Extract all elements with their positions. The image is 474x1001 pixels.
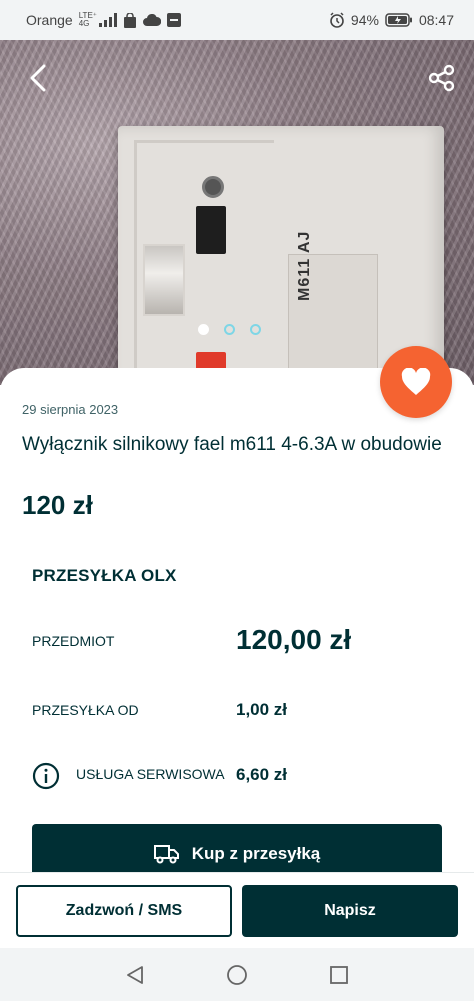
alarm-icon <box>329 12 345 28</box>
system-navigation-bar <box>0 948 474 1001</box>
device-model-label: M611 AJ <box>296 230 313 301</box>
service-fee-value: 6,60 zł <box>236 765 288 784</box>
listing-title: Wyłącznik silnikowy fael m611 4-6.3A w o… <box>22 434 442 455</box>
shipping-section-title: PRZESYŁKA OLX <box>32 566 177 585</box>
listing-date: 29 sierpnia 2023 <box>22 402 119 417</box>
notification-icon <box>167 13 182 27</box>
call-sms-button[interactable]: Zadzwoń / SMS <box>16 885 232 937</box>
device-window <box>143 244 185 316</box>
back-button[interactable] <box>22 62 54 94</box>
favorite-button[interactable] <box>380 346 452 418</box>
battery-percent: 94% <box>350 12 379 28</box>
contact-action-bar: Zadzwoń / SMS Napisz <box>0 872 474 948</box>
motor-switch-device: M611 AJ <box>118 126 444 385</box>
gallery-dot[interactable] <box>250 324 261 335</box>
item-price-label: PRZEDMIOT <box>32 633 115 649</box>
gallery-dot[interactable] <box>198 324 209 335</box>
info-icon[interactable] <box>32 762 60 790</box>
clock-time: 08:47 <box>418 12 454 28</box>
cloud-icon <box>143 14 162 26</box>
service-fee-label: USŁUGA SERWISOWA <box>76 766 225 782</box>
triangle-back-icon <box>127 965 143 984</box>
gallery-pagination <box>198 324 261 335</box>
status-bar: Orange LTE⁺ 4G 94% 08:47 <box>0 0 474 40</box>
message-button[interactable]: Napisz <box>242 885 458 937</box>
network-subtype: 4G <box>78 19 90 28</box>
share-icon <box>428 64 455 92</box>
circle-home-icon <box>227 964 247 985</box>
carrier-name: Orange <box>26 12 73 28</box>
item-price-value: 120,00 zł <box>236 624 352 655</box>
device-stop-button <box>196 206 226 254</box>
buy-button-label: Kup z przesyłką <box>191 844 321 863</box>
heart-icon <box>401 368 431 395</box>
device-screw <box>202 176 224 198</box>
signal-icon: LTE⁺ 4G <box>78 12 118 28</box>
nav-back-button[interactable] <box>123 963 147 987</box>
shipping-from-label: PRZESYŁKA OD <box>32 702 139 718</box>
shopping-bag-icon <box>123 12 137 28</box>
delivery-truck-icon <box>153 845 179 864</box>
battery-icon <box>385 13 413 27</box>
shipping-from-value: 1,00 zł <box>236 700 288 719</box>
listing-price: 120 zł <box>22 490 93 520</box>
share-button[interactable] <box>424 60 460 96</box>
gallery-dot[interactable] <box>224 324 235 335</box>
square-recents-icon <box>330 965 348 984</box>
nav-recents-button[interactable] <box>327 963 351 987</box>
back-arrow-icon <box>30 64 46 92</box>
nav-home-button[interactable] <box>225 963 249 987</box>
